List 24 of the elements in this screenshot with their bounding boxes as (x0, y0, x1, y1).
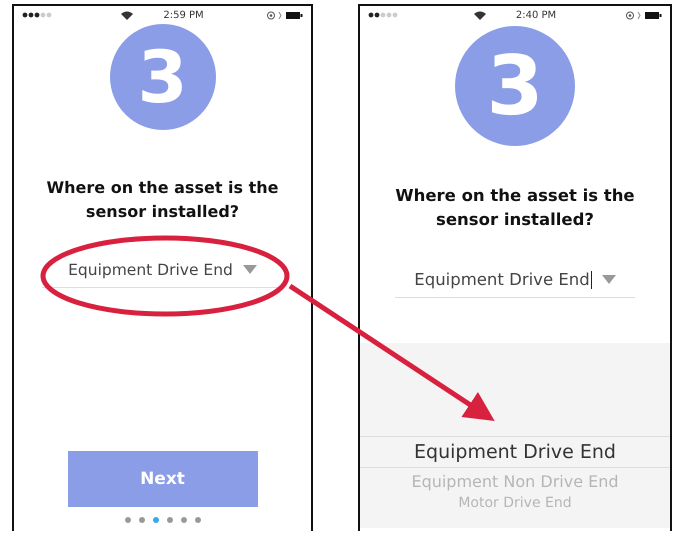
step-number-badge: 3 (455, 26, 575, 146)
location-dropdown[interactable]: Equipment Drive End (42, 252, 284, 288)
signal-icon (22, 12, 52, 18)
text-cursor (590, 270, 592, 288)
location-dropdown[interactable]: Equipment Drive End (395, 262, 635, 298)
page-dot[interactable] (166, 517, 172, 523)
page-dot[interactable] (194, 517, 200, 523)
picker-option[interactable]: Equipment Drive End (360, 436, 670, 468)
status-time: 2:40 PM (516, 10, 556, 20)
page-dot[interactable] (138, 517, 144, 523)
status-icons (266, 10, 303, 20)
wifi-icon (474, 10, 486, 20)
page-dot[interactable] (152, 517, 158, 523)
wifi-icon (121, 10, 134, 20)
caret-icon (602, 275, 616, 284)
signal-icon (368, 12, 398, 18)
step-number-badge: 3 (110, 24, 216, 130)
question-text: Where on the asset is the sensor installed? (394, 185, 636, 231)
status-time: 2:59 PM (163, 10, 204, 20)
page-dot[interactable] (180, 517, 186, 523)
question-text: Where on the asset is the sensor installed? (46, 177, 280, 223)
caret-icon (242, 265, 257, 274)
page-dot[interactable] (124, 517, 130, 523)
status-icons (626, 10, 662, 20)
